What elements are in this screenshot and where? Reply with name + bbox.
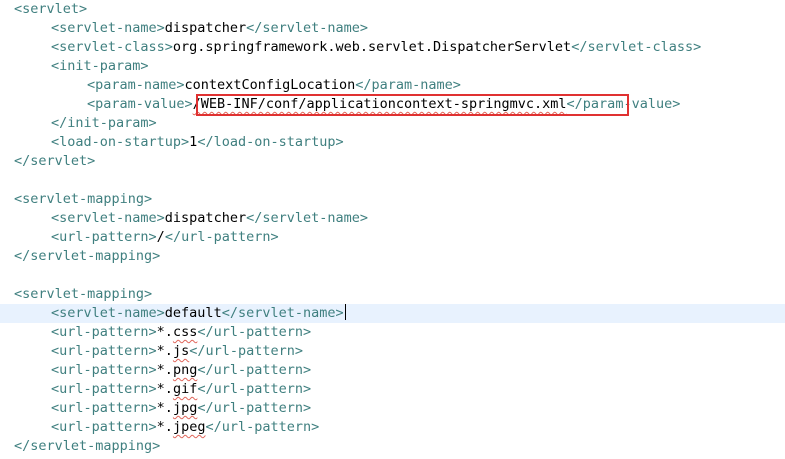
code-token: </url-pattern>	[197, 381, 312, 397]
code-token: <servlet-name>	[51, 305, 165, 321]
code-line: <servlet>	[0, 0, 785, 19]
code-token: <url-pattern>	[51, 400, 157, 416]
code-line: </servlet-mapping>	[0, 247, 785, 266]
code-token: <servlet-name>	[51, 210, 165, 226]
code-token: </servlet-name>	[221, 305, 344, 321]
code-token: <url-pattern>	[51, 343, 157, 359]
code-token: </url-pattern>	[205, 419, 320, 435]
code-line: </servlet-mapping>	[0, 437, 785, 456]
code-token: </init-param>	[51, 115, 157, 131]
code-token: dispatcher	[164, 210, 247, 226]
code-token: <init-param>	[51, 58, 149, 74]
code-token: </servlet-mapping>	[14, 438, 161, 454]
code-token: <url-pattern>	[51, 419, 157, 435]
code-token: /	[156, 229, 165, 245]
code-token: </url-pattern>	[164, 229, 279, 245]
code-line: <param-name>contextConfigLocation</param…	[0, 76, 785, 95]
code-token: gif	[172, 381, 198, 397]
code-token: <param-value>	[87, 96, 193, 112]
code-line-current[interactable]: <servlet-name>default</servlet-name>	[0, 304, 785, 323]
code-line: <servlet-name>dispatcher</servlet-name>	[0, 19, 785, 38]
code-line: <url-pattern>*.gif</url-pattern>	[0, 380, 785, 399]
code-token: <servlet-mapping>	[14, 286, 153, 302]
code-token: </url-pattern>	[197, 362, 312, 378]
code-line: <url-pattern>*.jpeg</url-pattern>	[0, 418, 785, 437]
code-token: <servlet-name>	[51, 20, 165, 36]
code-token: jpeg	[172, 419, 206, 435]
code-token: js	[172, 343, 190, 359]
code-token: </param-name>	[355, 77, 461, 93]
code-line: <servlet-mapping>	[0, 190, 785, 209]
code-token: jpg	[172, 400, 198, 416]
code-token: org.springframework.web.servlet.Dispatch…	[172, 39, 572, 55]
code-token: <servlet>	[14, 1, 88, 17]
code-token: png	[172, 362, 198, 378]
code-token: dispatcher	[164, 20, 247, 36]
code-line: <servlet-name>dispatcher</servlet-name>	[0, 209, 785, 228]
code-line: </servlet>	[0, 152, 785, 171]
code-line: <param-value>/WEB-INF/conf/applicationco…	[0, 95, 785, 114]
code-line: <url-pattern>/</url-pattern>	[0, 228, 785, 247]
code-token: *.	[156, 362, 173, 378]
code-token: contextConfigLocation	[184, 77, 356, 93]
code-token: <url-pattern>	[51, 229, 157, 245]
code-line: </init-param>	[0, 114, 785, 133]
code-line: <url-pattern>*.css</url-pattern>	[0, 323, 785, 342]
code-line: <url-pattern>*.js</url-pattern>	[0, 342, 785, 361]
code-token: default	[164, 305, 222, 321]
code-token: <load-on-startup>	[51, 134, 190, 150]
code-token: css	[172, 324, 198, 340]
code-token: <url-pattern>	[51, 324, 157, 340]
code-token: <url-pattern>	[51, 381, 157, 397]
code-line: <servlet-class>org.springframework.web.s…	[0, 38, 785, 57]
code-token: </param-value>	[566, 96, 681, 112]
code-token: *.	[156, 343, 173, 359]
code-token: </servlet-class>	[571, 39, 702, 55]
text-caret	[344, 304, 346, 320]
code-line: <servlet-mapping>	[0, 285, 785, 304]
code-token: </servlet-name>	[246, 210, 368, 226]
code-token: </servlet>	[14, 153, 96, 169]
code-token: *.	[156, 381, 173, 397]
code-token: <url-pattern>	[51, 362, 157, 378]
code-token: </load-on-startup>	[197, 134, 344, 150]
code-token: *.	[156, 324, 173, 340]
code-token: <servlet-mapping>	[14, 191, 153, 207]
code-token: <servlet-class>	[51, 39, 173, 55]
code-token: </servlet-name>	[246, 20, 368, 36]
code-token: <param-name>	[87, 77, 185, 93]
code-line: <url-pattern>*.png</url-pattern>	[0, 361, 785, 380]
code-token: *.	[156, 400, 173, 416]
code-line: <init-param>	[0, 57, 785, 76]
code-line: <load-on-startup>1</load-on-startup>	[0, 133, 785, 152]
xml-code-editor[interactable]: <servlet> <servlet-name>dispatcher</serv…	[0, 0, 785, 459]
code-token: *.	[156, 419, 173, 435]
code-token: </url-pattern>	[197, 400, 312, 416]
code-line: <url-pattern>*.jpg</url-pattern>	[0, 399, 785, 418]
code-token: </url-pattern>	[197, 324, 312, 340]
code-token: </url-pattern>	[189, 343, 303, 359]
code-token: </servlet-mapping>	[14, 248, 161, 264]
code-token: /WEB-INF/conf/applicationcontext-springm…	[192, 96, 567, 112]
